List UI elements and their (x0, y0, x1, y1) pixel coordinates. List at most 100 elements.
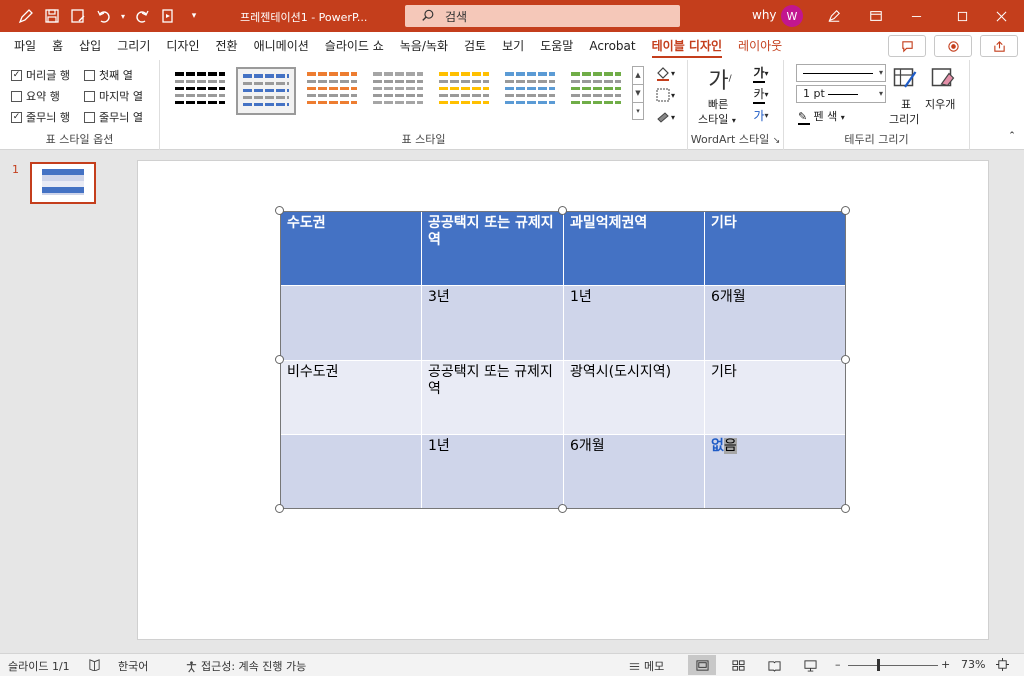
last-column-checkbox[interactable]: 마지막 열 (84, 88, 143, 104)
tab-design[interactable]: 디자인 (158, 32, 207, 60)
eraser-label[interactable]: 지우개 (925, 96, 955, 112)
tab-acrobat[interactable]: Acrobat (581, 32, 643, 60)
table-cell[interactable] (280, 434, 422, 510)
table-cell[interactable]: 과밀억제권역 (563, 211, 705, 286)
tab-help[interactable]: 도움말 (532, 32, 581, 60)
total-row-checkbox[interactable]: 요약 행 (11, 88, 60, 104)
language[interactable]: 한국어 (118, 658, 148, 674)
draw-table-icon[interactable] (890, 64, 920, 92)
user-name[interactable]: why (752, 8, 777, 22)
tab-insert[interactable]: 삽입 (71, 32, 109, 60)
redo-icon[interactable] (130, 4, 154, 28)
avatar[interactable]: W (781, 5, 803, 27)
banded-columns-checkbox[interactable]: 줄무늬 열 (84, 109, 143, 125)
ribbon-display-options-icon[interactable] (864, 4, 888, 28)
table-cell[interactable]: 비수도권 (280, 360, 422, 435)
table-style-swatch[interactable] (434, 67, 494, 115)
resize-handle[interactable] (841, 504, 850, 513)
pen-style-dropdown[interactable]: ▾ (796, 64, 886, 82)
table-cell[interactable]: 공공택지 또는 규제지역 (421, 211, 564, 286)
header-row-checkbox[interactable]: ✓ 머리글 행 (11, 67, 70, 83)
text-effects-button[interactable]: 가 ▾ (746, 106, 776, 124)
slide-count[interactable]: 슬라이드 1/1 (8, 658, 70, 674)
text-fill-button[interactable]: 가 ▾ (746, 64, 776, 83)
spelling-icon[interactable] (88, 658, 101, 671)
tab-slide-show[interactable]: 슬라이드 쇼 (317, 32, 392, 60)
designer-pen-icon[interactable] (822, 4, 846, 28)
tab-draw[interactable]: 그리기 (109, 32, 158, 60)
zoom-out-icon[interactable]: – (835, 658, 841, 671)
accessibility-status[interactable]: 접근성: 계속 진행 가능 (185, 658, 306, 674)
gallery-scroll[interactable]: ▲ ▼ ▾ (632, 66, 644, 120)
table-style-swatch[interactable] (236, 67, 296, 115)
resize-handle[interactable] (275, 504, 284, 513)
save-icon[interactable] (40, 4, 64, 28)
close-icon[interactable] (978, 0, 1024, 32)
slideshow-view-icon[interactable] (796, 655, 824, 675)
resize-handle[interactable] (841, 355, 850, 364)
start-slideshow-icon[interactable] (156, 4, 180, 28)
table-cell[interactable]: 수도권 (280, 211, 422, 286)
comments-button[interactable] (888, 35, 926, 57)
tab-table-design[interactable]: 테이블 디자인 (644, 32, 730, 60)
gallery-down-icon[interactable]: ▼ (633, 85, 643, 103)
notes-button[interactable]: 메모 (628, 658, 664, 674)
effects-button[interactable]: ▾ (650, 108, 680, 126)
table-cell[interactable]: 기타 (704, 360, 847, 435)
tab-record[interactable]: 녹음/녹화 (392, 32, 456, 60)
reading-view-icon[interactable] (760, 655, 788, 675)
resize-handle[interactable] (275, 355, 284, 364)
banded-rows-checkbox[interactable]: ✓ 줄무늬 행 (11, 109, 70, 125)
table-style-swatch[interactable] (302, 67, 362, 115)
collapse-ribbon-icon[interactable]: ⌃ (1006, 130, 1018, 142)
draw-table-label-2[interactable]: 그리기 (889, 111, 919, 127)
resize-handle[interactable] (558, 504, 567, 513)
table-style-swatch[interactable] (170, 67, 230, 115)
table-cell[interactable]: 3년 (421, 285, 564, 361)
dialog-launcher-icon[interactable]: ↘ (773, 136, 781, 146)
undo-icon[interactable] (92, 4, 116, 28)
zoom-slider-thumb[interactable] (877, 659, 880, 671)
borders-button[interactable]: ▾ (650, 86, 680, 104)
table-style-swatch[interactable] (566, 67, 626, 115)
shading-button[interactable]: ▾ (650, 64, 680, 82)
search-input[interactable]: 검색 (405, 5, 680, 27)
slide-thumbnail[interactable] (30, 162, 96, 204)
first-column-checkbox[interactable]: 첫째 열 (84, 67, 133, 83)
share-button[interactable] (980, 35, 1018, 57)
pen-weight-dropdown[interactable]: 1 pt ▾ (796, 85, 886, 103)
table-cell[interactable] (280, 285, 422, 361)
tab-view[interactable]: 보기 (494, 32, 532, 60)
tab-transitions[interactable]: 전환 (207, 32, 245, 60)
tab-file[interactable]: 파일 (6, 32, 44, 60)
eraser-icon[interactable] (928, 64, 958, 92)
quick-styles-icon[interactable]: 가 / (700, 64, 740, 94)
quick-styles-label-2[interactable]: 스타일 ▾ (698, 111, 736, 127)
resize-handle[interactable] (841, 206, 850, 215)
fit-to-window-icon[interactable] (996, 658, 1009, 671)
table-cell[interactable]: 6개월 (563, 434, 705, 510)
slide-sorter-icon[interactable] (724, 655, 752, 675)
table-cell[interactable]: 기타 (704, 211, 847, 286)
zoom-level[interactable]: 73% (961, 658, 985, 671)
zoom-in-icon[interactable]: + (941, 658, 950, 671)
draw-pen-icon[interactable] (14, 4, 38, 28)
tab-home[interactable]: 홈 (44, 32, 71, 60)
minimize-icon[interactable] (893, 0, 939, 32)
table-style-swatch[interactable] (368, 67, 428, 115)
save-as-icon[interactable] (66, 4, 90, 28)
tab-layout[interactable]: 레이아웃 (730, 32, 790, 60)
resize-handle[interactable] (558, 206, 567, 215)
tab-animations[interactable]: 애니메이션 (246, 32, 317, 60)
record-button[interactable] (934, 35, 972, 57)
table-cell[interactable]: 1년 (563, 285, 705, 361)
table-cell[interactable]: 광역시(도시지역) (563, 360, 705, 435)
tab-review[interactable]: 검토 (456, 32, 494, 60)
table-cell[interactable]: 공공택지 또는 규제지역 (421, 360, 564, 435)
slide-table[interactable]: 수도권 공공택지 또는 규제지역 과밀억제권역 기타 3년 1년 6개월 비수도… (280, 211, 847, 510)
draw-table-label-1[interactable]: 표 (901, 96, 911, 112)
resize-handle[interactable] (275, 206, 284, 215)
table-cell[interactable]: 6개월 (704, 285, 847, 361)
pen-color-button[interactable]: ✎ 펜 색 ▾ (798, 108, 845, 125)
normal-view-icon[interactable] (688, 655, 716, 675)
